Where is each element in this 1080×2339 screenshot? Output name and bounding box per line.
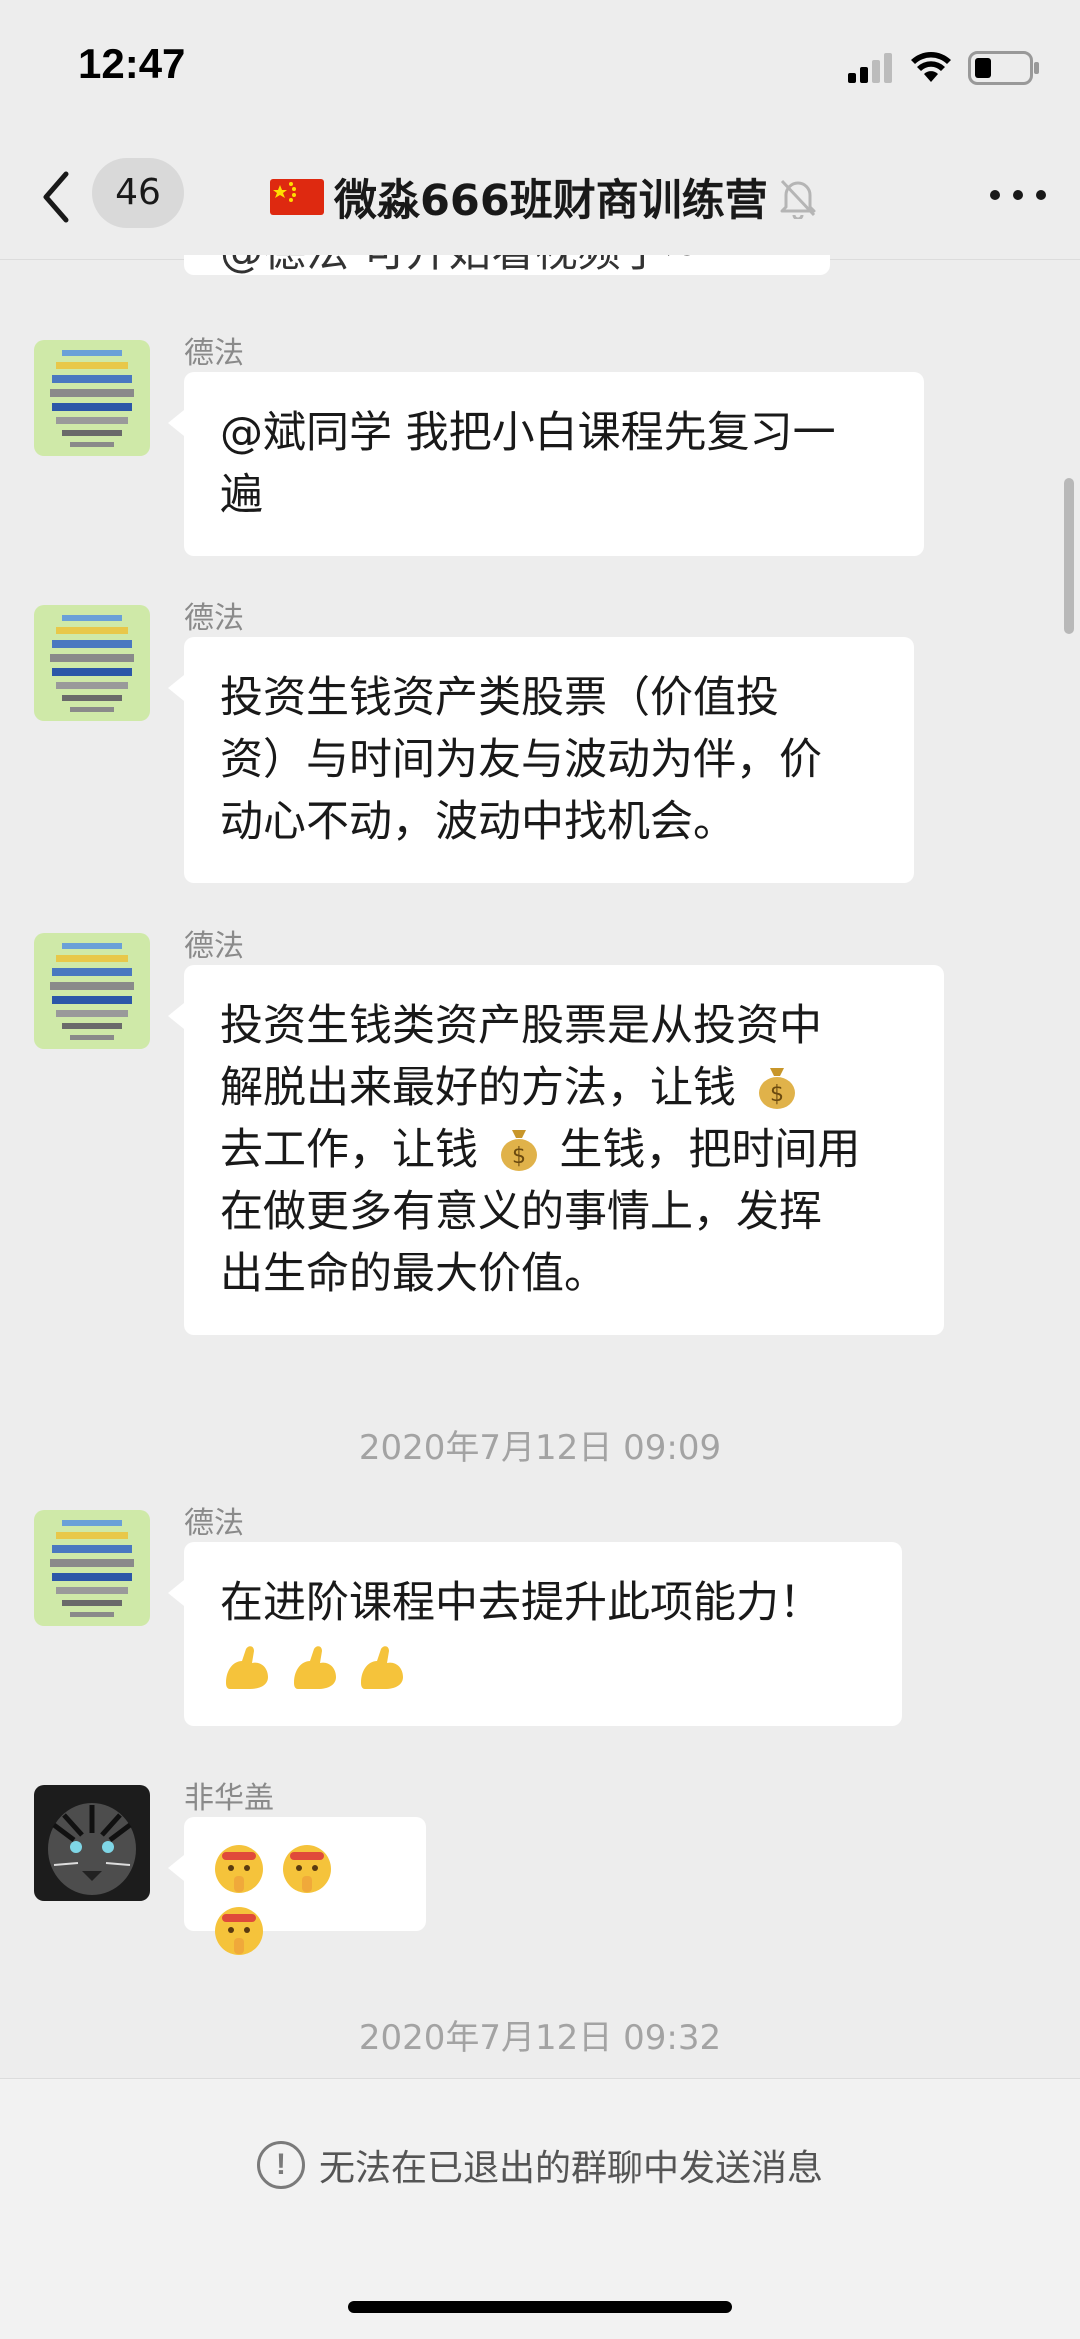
unread-count-badge[interactable]: 46 — [92, 158, 184, 228]
message-line: 动心不动，波动中找机会。 — [220, 797, 736, 847]
shushing-face-icon — [282, 1845, 331, 1893]
avatar[interactable] — [34, 605, 150, 721]
avatar[interactable] — [34, 933, 150, 1049]
message-bubble[interactable]: 投资生钱类资产股票是从投资中 解脱出来最好的方法，让钱 $ 去工作，让钱 $ 生… — [168, 965, 944, 1335]
emoji-row — [220, 1634, 866, 1696]
message-line: 去工作，让钱 — [220, 1125, 478, 1175]
avatar[interactable] — [34, 1785, 150, 1901]
avatar-image — [34, 340, 150, 456]
message-line: 在做更多有意义的事情上，发挥 — [220, 1187, 822, 1237]
battery-icon — [968, 51, 1039, 85]
input-area-disabled: ! 无法在已退出的群聊中发送消息 — [0, 2078, 1080, 2339]
avatar-image — [34, 605, 150, 721]
chat-title-group[interactable]: 微淼666班财商训练营 — [270, 162, 818, 232]
message-line: 在进阶课程中去提升此项能力！ — [220, 1578, 822, 1628]
message-list[interactable]: @德法 可开始看视频了~ 德法 @斌同学 我把小白课程先复习一 遍 — [0, 255, 1080, 2075]
message-line-group: 解脱出来最好的方法，让钱 $ — [220, 1057, 908, 1119]
sender-name: 德法 — [184, 929, 244, 964]
message-bubble[interactable] — [168, 1817, 426, 1955]
message-line-group: 去工作，让钱 $ 生钱，把时间用 — [220, 1119, 908, 1181]
mute-bell-icon — [780, 179, 816, 219]
signal-icon — [848, 53, 892, 83]
sender-name: 非华盖 — [184, 1781, 274, 1816]
chat-title: 微淼666班财商训练营 — [334, 176, 768, 226]
exclamation-circle-icon: ! — [256, 2141, 305, 2189]
money-bag-icon: $ — [500, 1130, 537, 1171]
emoji-row — [212, 1841, 398, 1955]
status-bar: 12:47 — [0, 0, 1080, 130]
shushing-face-icon — [215, 1907, 263, 1955]
back-button[interactable] — [36, 162, 86, 232]
avatar[interactable] — [34, 340, 150, 456]
message-bubble[interactable]: @斌同学 我把小白课程先复习一 遍 — [168, 372, 924, 556]
timestamp: 2020年7月12日 09:09 — [358, 1428, 722, 1468]
sender-name: 德法 — [184, 336, 244, 371]
dot-icon — [990, 190, 1000, 200]
chevron-left-icon — [43, 171, 69, 223]
scrollbar-thumb[interactable] — [1064, 478, 1074, 634]
money-bag-icon: $ — [758, 1068, 795, 1109]
timestamp: 2020年7月12日 09:32 — [358, 2018, 722, 2058]
status-time: 12:47 — [78, 40, 186, 87]
message-bubble[interactable]: @德法 可开始看视频了~ — [184, 255, 830, 275]
message-line: 投资生钱资产类股票（价值投 — [220, 673, 779, 723]
message-line: 生钱，把时间用 — [559, 1125, 861, 1175]
notice-text: 无法在已退出的群聊中发送消息 — [318, 2148, 823, 2189]
message-line: 资）与时间为友与波动为伴，价 — [220, 735, 822, 785]
flexed-biceps-icon — [226, 1646, 268, 1689]
shushing-face-icon — [215, 1845, 263, 1893]
message-bubble[interactable]: 投资生钱资产类股票（价值投 资）与时间为友与波动为伴，价 动心不动，波动中找机会… — [168, 637, 914, 883]
dot-icon — [1013, 190, 1023, 200]
message-line: 遍 — [220, 470, 263, 520]
home-indicator[interactable] — [348, 2301, 732, 2313]
message-line: 解脱出来最好的方法，让钱 — [220, 1063, 736, 1113]
avatar[interactable] — [34, 1510, 150, 1626]
avatar-image — [34, 933, 150, 1049]
message-line: @斌同学 我把小白课程先复习一 — [220, 408, 836, 458]
status-icons — [848, 48, 1040, 88]
chat-header: 46 微淼666班财商训练营 — [0, 140, 1080, 260]
flexed-biceps-icon — [293, 1646, 336, 1689]
sender-name: 德法 — [184, 601, 244, 636]
svg-text:$: $ — [512, 1144, 526, 1169]
dot-icon — [1036, 190, 1046, 200]
more-options-button[interactable] — [990, 175, 1046, 215]
message-line: 出生命的最大价值。 — [220, 1249, 607, 1299]
sender-name: 德法 — [184, 1506, 244, 1541]
wifi-icon — [911, 52, 951, 82]
exited-group-notice: ! 无法在已退出的群聊中发送消息 — [0, 2139, 1080, 2191]
avatar-image — [34, 1510, 150, 1626]
svg-text:$: $ — [770, 1082, 784, 1107]
message-text: @德法 可开始看视频了~ — [220, 255, 700, 275]
message-line: 投资生钱类资产股票是从投资中 — [220, 1001, 822, 1051]
china-flag-icon — [270, 179, 324, 215]
flexed-biceps-icon — [361, 1646, 404, 1689]
tiger-avatar-image — [34, 1785, 150, 1901]
message-bubble[interactable]: 在进阶课程中去提升此项能力！ — [168, 1542, 902, 1726]
